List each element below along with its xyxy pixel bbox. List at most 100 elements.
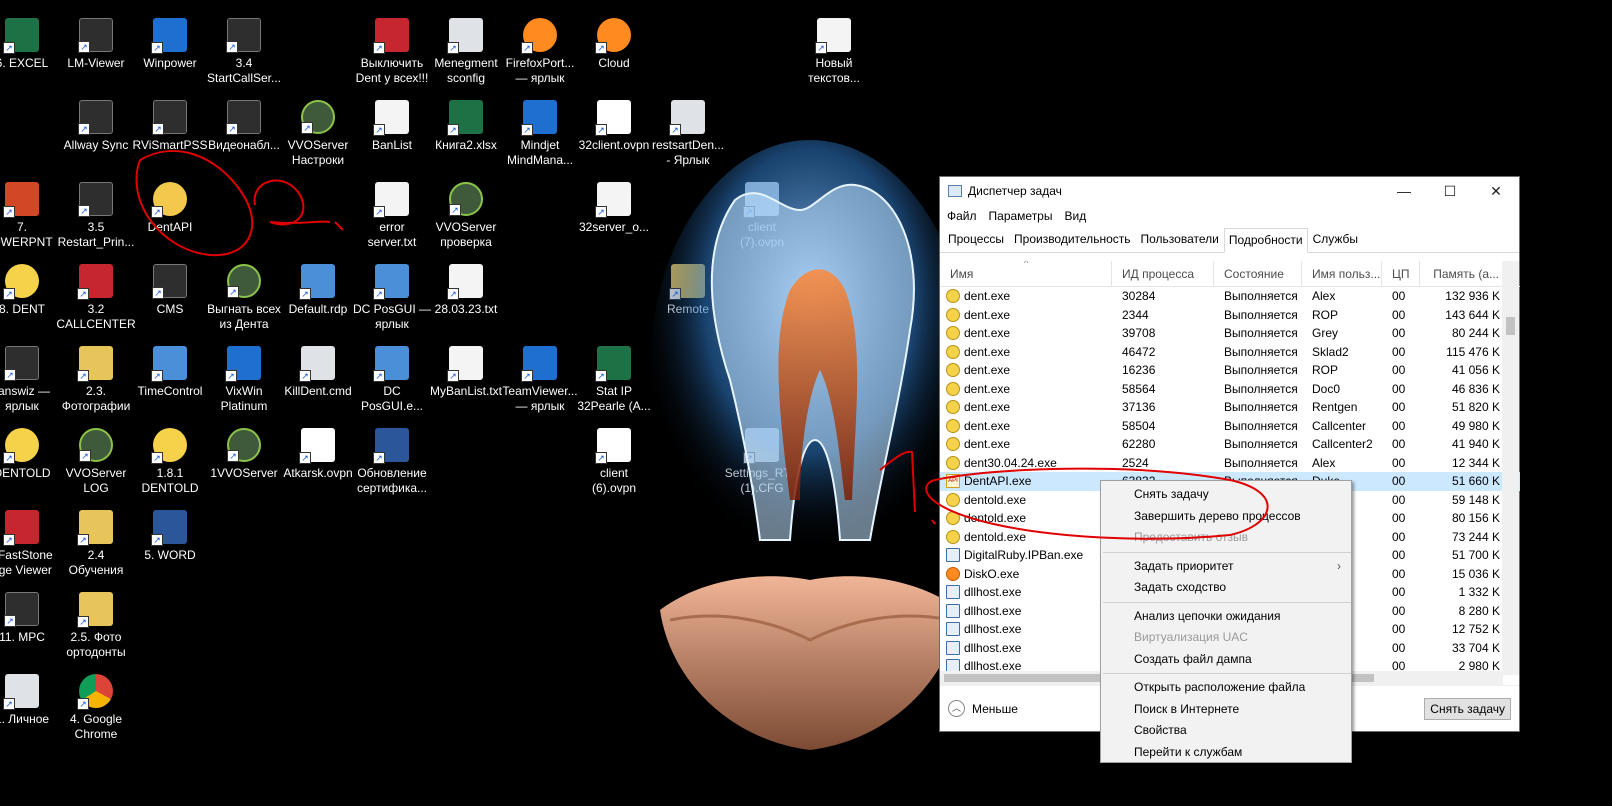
desktop-icon[interactable]: ↗ 28.03.23.txt [424, 264, 508, 317]
desktop-icon[interactable]: ↗ TeamViewer... — ярлык [498, 346, 582, 414]
column-header-memory[interactable]: Память (а... [1420, 261, 1506, 286]
table-row[interactable]: dent.exe 16236 Выполняется ROP 00 41 056 K [940, 361, 1520, 380]
window-process-icon [946, 548, 960, 563]
table-row[interactable]: dent30.04.24.exe 2524 Выполняется Alex 00 12 … [940, 454, 1520, 473]
shortcut-arrow-icon: ↗ [595, 452, 607, 464]
vertical-scrollbar[interactable] [1502, 261, 1519, 675]
context-menu-item[interactable]: Снять задачу [1101, 484, 1351, 506]
desktop-icon-label: 1.8.1 DENTOLD [141, 466, 199, 495]
context-menu-item[interactable]: Задать сходство [1101, 577, 1351, 599]
desktop-icon-label: Winpower [143, 56, 197, 70]
desktop-icon[interactable]: ↗ MyBanList.txt [424, 346, 508, 399]
desktop-icon[interactable]: ↗ VVOServer Настроки [276, 100, 360, 168]
tab-performance[interactable]: Производительность [1009, 227, 1135, 252]
desktop-icon[interactable]: ↗ BanList [350, 100, 434, 153]
desktop-icon[interactable]: ↗ CMS [128, 264, 212, 317]
context-menu-item[interactable]: Создать файл дампа [1101, 649, 1351, 671]
desktop-icon[interactable]: ↗ 3.4 StartCallSer... [202, 18, 286, 86]
desktop-icon[interactable]: ↗ Видеонабл... [202, 100, 286, 153]
desktop-icon[interactable]: ↗ VVOServer проверка [424, 182, 508, 250]
column-header-pid[interactable]: ИД процесса [1112, 261, 1214, 286]
menu-options[interactable]: Параметры [989, 209, 1053, 223]
cell-mem: 15 036 K [1451, 566, 1500, 581]
context-menu-item[interactable]: Анализ цепочки ожидания [1101, 606, 1351, 628]
column-header-user[interactable]: Имя польз... [1302, 261, 1382, 286]
column-header-cpu[interactable]: ЦП [1382, 261, 1420, 286]
desktop-icon[interactable]: ↗ Menegment sconfig [424, 18, 508, 86]
desktop-icon[interactable]: ↗ VixWin Platinum [202, 346, 286, 414]
window-process-icon [946, 585, 960, 600]
desktop-icon[interactable]: ↗ LM-Viewer [54, 18, 138, 71]
table-row[interactable]: dent.exe 58504 Выполняется Callcenter 00 49 9… [940, 417, 1520, 436]
desktop-icon[interactable]: ↗ Mindjet MindMana... [498, 100, 582, 168]
desktop-icon[interactable]: ↗ Новый текстов... [792, 18, 876, 86]
table-row[interactable]: dent.exe 46472 Выполняется Sklad2 00 115 476 … [940, 343, 1520, 362]
tab-processes[interactable]: Процессы [943, 227, 1009, 252]
context-menu-item[interactable]: Завершить дерево процессов [1101, 506, 1351, 528]
table-row[interactable]: dent.exe 39708 Выполняется Grey 00 80 244 K [940, 324, 1520, 343]
menu-file[interactable]: Файл [947, 209, 977, 223]
table-row[interactable]: dent.exe 37136 Выполняется Rentgen 00 51 820 … [940, 398, 1520, 417]
desktop-icon[interactable]: ↗ 3.5 Restart_Prin... [54, 182, 138, 250]
desktop-icon[interactable]: ↗ FirefoxPort... — ярлык [498, 18, 582, 86]
desktop-icon-label: Обновление сертифика... [356, 466, 428, 495]
table-row[interactable]: dent.exe 30284 Выполняется Alex 00 132 936 K [940, 287, 1520, 306]
desktop-icon[interactable]: ↗ Книга2.xlsx [424, 100, 508, 153]
maximize-button[interactable]: ☐ [1427, 183, 1473, 200]
desktop-icon[interactable]: ↗ RViSmartPSS [128, 100, 212, 153]
table-row[interactable]: dent.exe 62280 Выполняется Callcenter2 00 41 … [940, 435, 1520, 454]
context-menu-item[interactable]: Открыть расположение файла [1101, 677, 1351, 699]
desktop-icon[interactable]: ↗ Atkarsk.ovpn [276, 428, 360, 481]
menu-view[interactable]: Вид [1064, 209, 1086, 223]
cell-name: dent.exe [940, 289, 1112, 304]
desktop-icon[interactable]: ↗ 3.2 CALLCENTER [54, 264, 138, 332]
desktop-icon-label: 4. Google Chrome [69, 712, 123, 741]
tab-users[interactable]: Пользователи [1136, 227, 1224, 252]
desktop-icon[interactable]: ↗ 2.5. Фото ортодонты [54, 592, 138, 660]
title-bar: Диспетчер задач — ☐ ✕ [940, 177, 1519, 205]
context-menu-item[interactable]: Поиск в Интернете [1101, 699, 1351, 721]
cell-cpu: 00 [1392, 474, 1406, 489]
desktop-icon[interactable]: ↗ VVOServer LOG [54, 428, 138, 496]
cell-mem: 41 056 K [1451, 363, 1500, 378]
desktop-icon[interactable]: ↗ 2.4 Обучения [54, 510, 138, 578]
desktop-icon[interactable]: ↗ error server.txt [350, 182, 434, 250]
desktop-icon[interactable]: ↗ KillDent.cmd [276, 346, 360, 399]
cell-state: Выполняется [1224, 437, 1298, 452]
end-task-button[interactable]: Снять задачу [1424, 697, 1511, 720]
desktop-icon[interactable]: ↗ Allway Sync [54, 100, 138, 153]
cell-cpu: 00 [1392, 289, 1406, 304]
desktop-icon[interactable]: ↗ Cloud [572, 18, 656, 71]
cell-user: ROP [1312, 307, 1339, 322]
desktop-icon[interactable]: ↗ DC PosGUI — ярлык [350, 264, 434, 332]
context-menu-item[interactable]: Свойства [1101, 720, 1351, 742]
column-header-state[interactable]: Состояние [1214, 261, 1302, 286]
desktop-icon[interactable]: ↗ Выгнать всех из Дента [202, 264, 286, 332]
tab-details[interactable]: Подробности [1223, 228, 1308, 253]
minimize-button[interactable]: — [1381, 183, 1427, 199]
transwiz-icon: ↗ [4, 346, 39, 381]
desktop-icon[interactable]: ↗ Winpower [128, 18, 212, 71]
desktop-icon[interactable]: ↗ Обновление сертифика... [350, 428, 434, 496]
tab-services[interactable]: Службы [1308, 227, 1363, 252]
ovpn-icon: ↗ [595, 428, 631, 464]
context-menu-item-label: Снять задачу [1134, 487, 1209, 501]
table-row[interactable]: dent.exe 58564 Выполняется Doc0 00 46 836 K [940, 380, 1520, 399]
context-menu-item[interactable]: Задать приоритет › [1101, 556, 1351, 578]
desktop-icon[interactable]: ↗ Выключить Dent у всех!!! [350, 18, 434, 86]
desktop-icon[interactable]: ↗ 4. Google Chrome [54, 674, 138, 742]
desktop-icon[interactable]: ↗ 5. WORD [128, 510, 212, 563]
context-menu-item-label: Перейти к службам [1134, 744, 1243, 759]
scrollbar-thumb[interactable] [1506, 317, 1515, 335]
cell-name: dllhost.exe [940, 622, 1112, 637]
desktop-icon[interactable]: ↗ Default.rdp [276, 264, 360, 317]
desktop-icon[interactable]: ↗ TimeControl [128, 346, 212, 399]
context-menu-item[interactable]: Перейти к службам [1101, 742, 1351, 764]
desktop-icon[interactable]: ↗ 1.8.1 DENTOLD [128, 428, 212, 496]
desktop-icon[interactable]: ↗ 1VVOServer [202, 428, 286, 481]
close-button[interactable]: ✕ [1473, 183, 1519, 200]
desktop-icon[interactable]: ↗ DC PosGUI.e... [350, 346, 434, 414]
desktop-icon[interactable]: ↗ 2.3. Фотографии [54, 346, 138, 414]
table-row[interactable]: dent.exe 2344 Выполняется ROP 00 143 644 K [940, 306, 1520, 325]
desktop-icon[interactable]: ↗ DentAPI [128, 182, 212, 235]
